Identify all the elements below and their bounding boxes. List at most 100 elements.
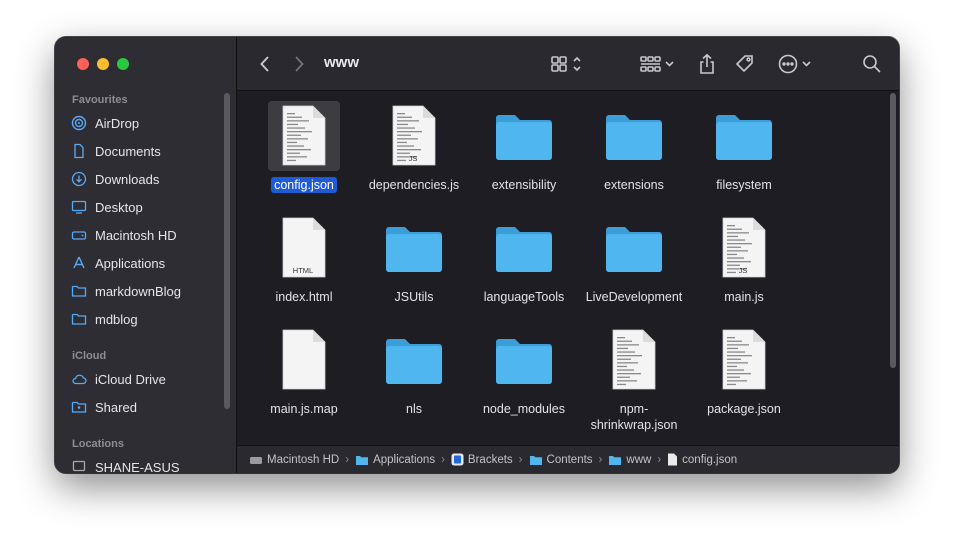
file-item[interactable]: package.json: [689, 325, 799, 417]
breadcrumb-item[interactable]: Brackets: [451, 453, 513, 466]
zoom-window-button[interactable]: [117, 58, 129, 70]
file-item[interactable]: extensions: [579, 101, 689, 193]
breadcrumb-item[interactable]: Contents: [529, 454, 593, 466]
folder-icon: [598, 213, 670, 283]
breadcrumb-label: Contents: [546, 453, 593, 466]
folder-icon: [71, 283, 87, 299]
file-icon: [708, 325, 780, 395]
computer-icon: [71, 459, 87, 473]
file-item[interactable]: HTML index.html: [249, 213, 359, 305]
icloud-heading: iCloud: [72, 350, 107, 362]
minimize-window-button[interactable]: [97, 58, 109, 70]
close-window-button[interactable]: [77, 58, 89, 70]
window-title: www: [324, 54, 360, 71]
sidebar-item-downloads[interactable]: Downloads: [71, 167, 159, 191]
desktop-icon: [71, 199, 87, 215]
file-name: main.js: [724, 290, 764, 304]
breadcrumb-item[interactable]: Applications: [355, 454, 435, 466]
sidebar-item-airdrop[interactable]: AirDrop: [71, 111, 139, 135]
svg-text:JS: JS: [739, 266, 748, 275]
file-name: main.js.map: [270, 402, 338, 416]
file-item[interactable]: JS main.js: [689, 213, 799, 305]
group-by-button[interactable]: [639, 51, 677, 77]
share-icon: [700, 53, 714, 74]
file-item[interactable]: filesystem: [689, 101, 799, 193]
breadcrumb-separator: ›: [598, 453, 603, 466]
folder-icon: [598, 101, 670, 171]
file-item[interactable]: nls: [359, 325, 469, 417]
folder-icon: [488, 101, 560, 171]
file-name: extensibility: [491, 178, 557, 192]
document-icon: [71, 143, 87, 159]
share-button[interactable]: [696, 51, 718, 77]
forward-button[interactable]: [289, 51, 309, 77]
applications-icon: [71, 255, 87, 271]
back-button[interactable]: [255, 51, 275, 77]
breadcrumb-item[interactable]: www: [608, 454, 651, 466]
breadcrumb-label: Applications: [373, 453, 436, 466]
folder-icon: [356, 455, 369, 465]
breadcrumb-item[interactable]: Macintosh HD: [249, 454, 339, 466]
sidebar-item-label: iCloud Drive: [95, 371, 166, 387]
file-item[interactable]: npm-shrinkwrap.json: [579, 325, 689, 433]
finder-window: Favourites AirDrop Documents Downloads D…: [55, 37, 899, 473]
svg-text:HTML: HTML: [293, 266, 313, 275]
breadcrumb-separator: ›: [518, 453, 523, 466]
search-icon: [863, 55, 881, 73]
file-item[interactable]: JSUtils: [359, 213, 469, 305]
cloud-icon: [71, 371, 87, 387]
sidebar-item-label: Downloads: [95, 171, 160, 187]
file-item[interactable]: main.js.map: [249, 325, 359, 417]
breadcrumb-separator: ›: [345, 453, 350, 466]
sidebar-item-label: Macintosh HD: [95, 227, 177, 243]
file-name: extensions: [604, 178, 664, 192]
more-actions-button[interactable]: [777, 51, 815, 77]
file-item[interactable]: languageTools: [469, 213, 579, 305]
file-item[interactable]: node_modules: [469, 325, 579, 417]
sidebar-item-label: Desktop: [95, 199, 143, 215]
folder-icon: [609, 455, 622, 465]
view-mode-button[interactable]: [550, 51, 586, 77]
sidebar: Favourites AirDrop Documents Downloads D…: [55, 37, 237, 473]
sidebar-scrollbar[interactable]: [224, 93, 230, 409]
file-name: dependencies.js: [368, 178, 460, 192]
sidebar-item-markdownblog[interactable]: markdownBlog: [71, 279, 181, 303]
file-item[interactable]: extensibility: [469, 101, 579, 193]
sidebar-item-icloud-drive[interactable]: iCloud Drive: [71, 367, 166, 391]
search-button[interactable]: [861, 51, 883, 77]
sidebar-item-desktop[interactable]: Desktop: [71, 195, 143, 219]
breadcrumb-separator: ›: [441, 453, 445, 466]
file-icon: [598, 325, 670, 395]
app-icon: [451, 453, 464, 466]
sidebar-item-documents[interactable]: Documents: [71, 139, 161, 163]
file-name: index.html: [275, 290, 333, 304]
file-item[interactable]: LiveDevelopment: [579, 213, 689, 305]
locations-heading: Locations: [72, 438, 124, 450]
file-name: package.json: [707, 402, 781, 416]
file-icon: [268, 101, 340, 171]
sidebar-item-macintosh-hd[interactable]: Macintosh HD: [71, 223, 177, 247]
folder-icon: [71, 311, 87, 327]
airdrop-icon: [71, 115, 87, 131]
grid-view-icon: [551, 56, 581, 72]
file-icon: [668, 453, 678, 466]
sidebar-item-shane-asus[interactable]: SHANE-ASUS: [71, 455, 180, 473]
download-icon: [71, 171, 87, 187]
file-name: filesystem: [716, 178, 772, 192]
svg-text:JS: JS: [409, 154, 418, 163]
file-name: languageTools: [483, 290, 565, 304]
breadcrumb-item[interactable]: config.json: [667, 453, 737, 466]
toolbar: www: [237, 37, 899, 91]
sidebar-item-applications[interactable]: Applications: [71, 251, 165, 275]
file-item[interactable]: JS dependencies.js: [359, 101, 469, 193]
content-scrollbar[interactable]: [890, 93, 896, 368]
sidebar-item-mdblog[interactable]: mdblog: [71, 307, 138, 331]
file-icon: JS: [378, 101, 450, 171]
file-item[interactable]: config.json: [249, 101, 359, 193]
folder-icon: [529, 455, 542, 465]
sidebar-item-label: markdownBlog: [95, 283, 181, 299]
tags-button[interactable]: [734, 51, 756, 77]
sidebar-item-label: SHANE-ASUS: [95, 459, 180, 474]
sidebar-item-shared[interactable]: Shared: [71, 395, 137, 419]
sidebar-item-label: AirDrop: [95, 115, 140, 131]
